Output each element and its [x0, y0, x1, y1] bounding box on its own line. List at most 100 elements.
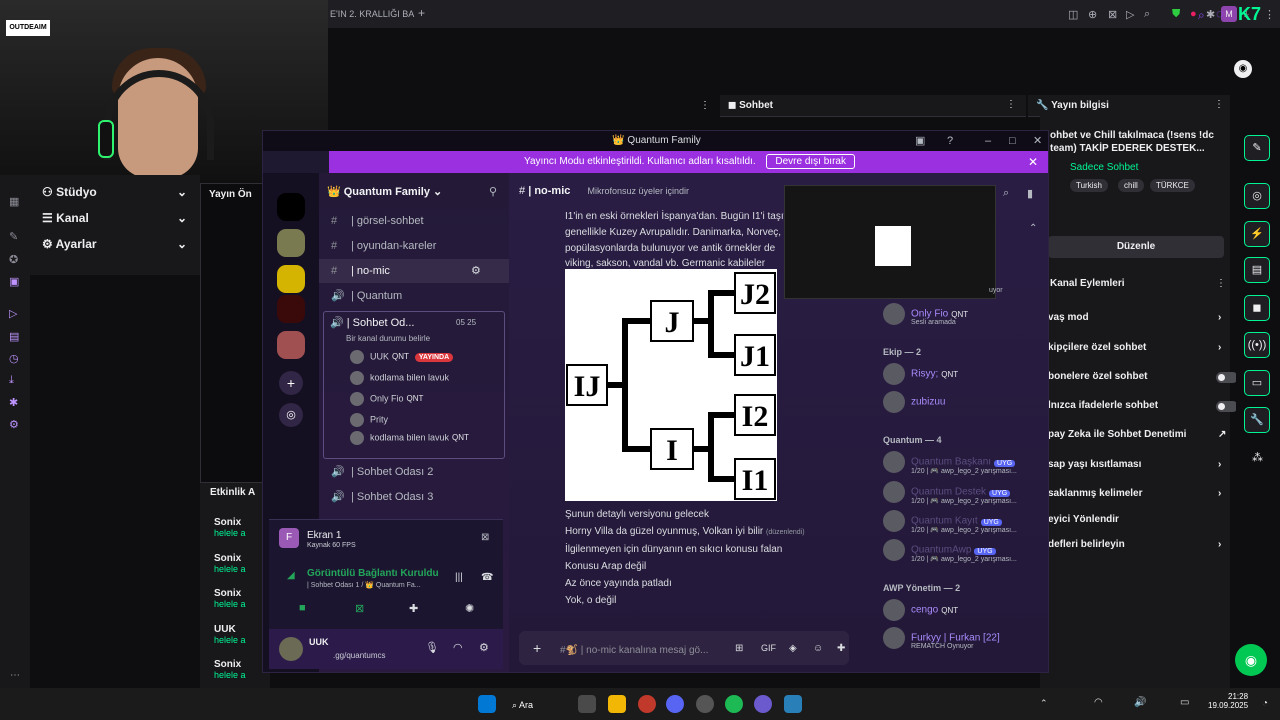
broadcast-icon[interactable]: ((•)) — [1244, 332, 1270, 358]
soundboard-icon[interactable]: ✺ — [465, 602, 474, 615]
activity-icon[interactable]: ✚ — [409, 602, 418, 615]
channel-action-item[interactable]: eyici Yönlendir — [1048, 514, 1119, 525]
new-tab-button[interactable]: + — [418, 6, 425, 20]
search-icon[interactable]: ⌕ — [1144, 8, 1150, 21]
opera-icon[interactable] — [638, 695, 656, 713]
network-icon[interactable]: ▭ — [1180, 697, 1189, 708]
channel-action-item[interactable]: kipçilere özel sohbet › — [1048, 342, 1221, 353]
panel-menu-icon[interactable]: ⋮ — [1214, 99, 1224, 110]
taskview-icon[interactable] — [578, 695, 596, 713]
tray-chevron-icon[interactable]: ⌃ — [1040, 698, 1048, 709]
puzzle-icon[interactable]: ✱ — [1206, 8, 1215, 21]
download-icon[interactable]: ⤓ — [9, 374, 14, 387]
taskbar-search[interactable]: ⌕ Ara — [512, 696, 572, 714]
spotify-icon[interactable] — [725, 695, 743, 713]
extension-icon[interactable]: ◫ — [1068, 8, 1078, 21]
puzzle-icon[interactable]: ✱ — [9, 396, 18, 409]
server-icon[interactable] — [277, 265, 305, 293]
video-icon[interactable]: ▦ — [9, 195, 19, 208]
activity-item[interactable]: Sonix helele a — [214, 553, 246, 574]
connection-channel[interactable]: | Sohbet Odası 1 / 👑 Quantum Fa... — [307, 581, 421, 589]
taskbar-clock[interactable]: 21:28 19.09.2025 — [1208, 692, 1248, 710]
steam-icon[interactable] — [696, 695, 714, 713]
play-icon[interactable]: ▷ — [9, 307, 17, 320]
channel-no-mic[interactable]: # | no-mic ⚙ — [319, 259, 509, 283]
gift-icon[interactable]: ⊞ — [735, 643, 743, 654]
tag-chip[interactable]: Turkish — [1070, 179, 1108, 192]
close-icon[interactable]: ✕ — [1028, 151, 1038, 173]
wrench-icon[interactable]: 🔧 — [1244, 407, 1270, 433]
volume-icon[interactable]: 🔊 — [1134, 697, 1146, 708]
start-icon[interactable] — [478, 695, 496, 713]
haplogroup-tree-image[interactable]: IJ J I J2 J1 I2 I1 — [565, 269, 777, 501]
message-input[interactable]: + #🐒 | no-mic kanalına mesaj gö... — [519, 631, 849, 665]
apps-icon[interactable]: ✚ — [837, 643, 845, 654]
edit-button[interactable]: Düzenle — [1048, 236, 1224, 258]
channel-action-item[interactable]: bonelere özel sohbet — [1048, 371, 1238, 383]
menu-item-kanal[interactable]: ☰ Kanal ⌄ — [42, 211, 187, 225]
avatar[interactable] — [279, 637, 303, 661]
camera-icon[interactable]: ◎ — [1244, 183, 1270, 209]
chevron-up-icon[interactable]: ⌃ — [1029, 223, 1037, 234]
extension-icon[interactable]: ⊕ — [1088, 8, 1097, 21]
extension-icon[interactable]: ⊠ — [1108, 8, 1117, 21]
activity-item[interactable]: UUK helele a — [214, 624, 246, 645]
layout-icon[interactable]: ▭ — [1244, 370, 1270, 396]
headphones-icon[interactable]: ◠ — [453, 641, 463, 654]
search-icon[interactable]: ⌕ — [1198, 8, 1205, 23]
settings-icon[interactable]: ⁂ — [1252, 451, 1263, 464]
close-button[interactable]: ✕ — [1033, 131, 1042, 151]
discord-icon[interactable] — [666, 695, 684, 713]
inbox-icon[interactable]: ▣ — [915, 131, 925, 151]
menu-item-studyo[interactable]: ⚇ Stüdyo ⌄ — [42, 185, 187, 199]
shield-icon[interactable]: ⛊ — [1172, 8, 1180, 21]
file-explorer-icon[interactable] — [608, 695, 626, 713]
voice-user[interactable]: UUK QNT YAYINDA — [350, 350, 454, 364]
channel-action-item[interactable]: pay Zeka ile Sohbet Denetimi ↗ — [1048, 429, 1226, 440]
member-item[interactable]: Only Fio QNT Sesli aramada — [883, 303, 968, 326]
search-icon[interactable]: ⌕ — [1003, 187, 1009, 200]
channel-action-item[interactable]: lnızca ifadelerle sohbet — [1048, 400, 1238, 412]
help-button[interactable]: ◉ — [1235, 644, 1267, 676]
wifi-icon[interactable]: ◠ — [1094, 697, 1103, 708]
panel-menu-icon[interactable]: ⋮ — [1216, 278, 1226, 289]
notification-icon[interactable]: ◔ — [1262, 698, 1268, 709]
bell-icon[interactable]: ◌ — [1216, 6, 1224, 21]
toggle-switch[interactable] — [1216, 372, 1238, 383]
edit-icon[interactable]: ✎ — [1244, 135, 1270, 161]
voice-user[interactable]: Prity — [350, 413, 388, 427]
sticker-icon[interactable]: ◈ — [789, 643, 797, 654]
add-user-icon[interactable]: ⚲ — [489, 185, 497, 198]
channel-action-item[interactable]: defleri belirleyin › — [1048, 539, 1221, 550]
app-icon[interactable] — [754, 695, 772, 713]
maximize-button[interactable]: □ — [1009, 131, 1016, 151]
voice-user[interactable]: Only Fio QNT — [350, 392, 423, 406]
gear-icon[interactable]: ⚙ — [471, 259, 481, 283]
tag-chip[interactable]: TÜRKCE — [1150, 179, 1195, 192]
camera-icon[interactable]: ■ — [299, 602, 306, 614]
member-item[interactable]: cengo QNT — [883, 599, 958, 621]
member-item[interactable]: Quantum Destek UYG 1/20 | 🎮 awp_lego_2 yar… — [883, 481, 1017, 505]
channel-oyundan-kareler[interactable]: # | oyundan-kareler — [319, 234, 509, 258]
tag-chip[interactable]: chill — [1118, 179, 1144, 192]
play-icon[interactable]: ▷ — [1126, 8, 1134, 21]
member-item[interactable]: QuantumAwp UYG 1/20 | 🎮 awp_lego_2 yarışma… — [883, 539, 1017, 563]
browser-tab[interactable]: E'IN 2. KRALLIĞI BA — [328, 4, 428, 24]
shield-icon[interactable]: ✪ — [9, 253, 18, 266]
channel-sohbet-odasi-3[interactable]: 🔊 | Sohbet Odası 3 — [319, 485, 509, 509]
record-icon[interactable]: ● — [1190, 8, 1197, 20]
member-item[interactable]: zubizuu — [883, 391, 945, 413]
pen-icon[interactable]: ✎ — [9, 230, 18, 243]
chat-topic[interactable]: Mikrofonsuz üyeler içindir — [587, 186, 689, 196]
server-name[interactable]: 👑 Quantum Family ⌄ — [327, 185, 442, 198]
activity-item[interactable]: Sonix helele a — [214, 659, 246, 680]
channel-action-item[interactable]: vaş mod › — [1048, 312, 1221, 323]
member-item[interactable]: Quantum Başkanı UYG 1/20 | 🎮 awp_lego_2 ya… — [883, 451, 1017, 475]
member-item[interactable]: Furkyy | Furkan [22] REMATCH Oynuyor — [883, 627, 1000, 650]
member-item[interactable]: Risyy; QNT — [883, 363, 958, 385]
minimize-button[interactable]: – — [985, 131, 991, 151]
panel-menu-icon[interactable]: ⋮ — [1006, 99, 1016, 110]
noise-icon[interactable]: ||| — [455, 572, 463, 583]
more-icon[interactable]: ⋯ — [10, 670, 20, 681]
voice-user[interactable]: kodlama bilen lavuk — [350, 371, 449, 385]
